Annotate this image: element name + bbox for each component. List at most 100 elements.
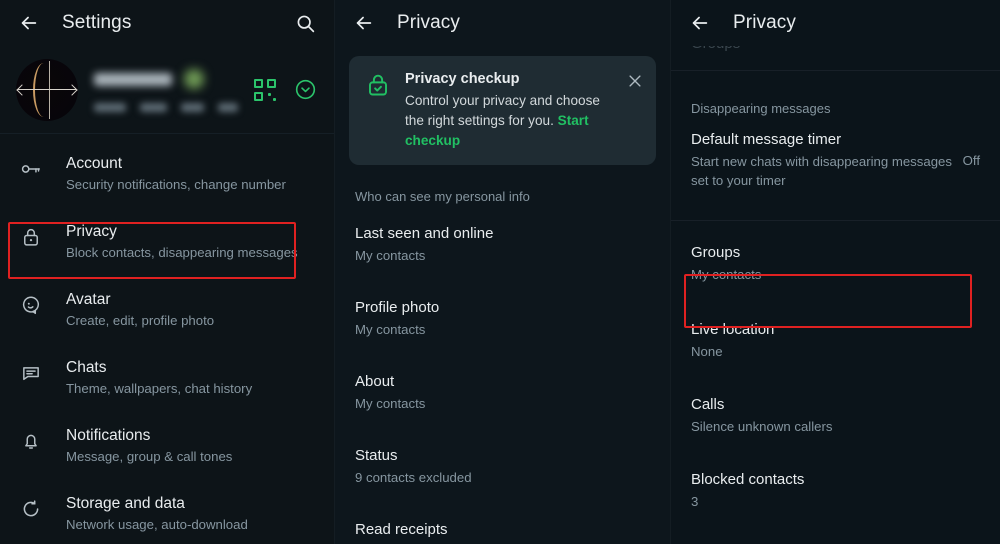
row-title: Status	[355, 447, 398, 464]
avatar[interactable]	[16, 58, 78, 121]
row-title: Groups	[691, 244, 741, 261]
sidebar-item-subtitle: Network usage, auto-download	[66, 517, 248, 532]
privacy-row-last-seen[interactable]: Last seen and online My contacts	[335, 212, 670, 279]
row-subtitle: Silence unknown callers	[691, 419, 833, 434]
sidebar-item-text: Chats Theme, wallpapers, chat history	[66, 358, 252, 398]
row-text: Status 9 contacts excluded	[355, 446, 650, 487]
profile-badge-masked	[184, 69, 204, 89]
cut-off-row: Groups	[671, 46, 1000, 62]
profile-status-masked	[94, 103, 238, 112]
sidebar-item-subtitle: Block contacts, disappearing messages	[66, 245, 298, 260]
bell-icon	[18, 426, 44, 452]
row-subtitle: 3	[691, 494, 699, 509]
sidebar-item-text: Storage and data Network usage, auto-dow…	[66, 494, 248, 534]
row-text: Last seen and online My contacts	[355, 224, 650, 265]
row-text: Profile photo My contacts	[355, 298, 650, 339]
sidebar-item-notifications[interactable]: Notifications Message, group & call tone…	[0, 412, 334, 480]
privacy-appbar: Privacy	[335, 0, 670, 46]
key-icon	[18, 154, 44, 180]
privacy-row-blocked-contacts[interactable]: Blocked contacts 3	[671, 450, 1000, 525]
privacy-row-app-lock[interactable]: App lock Disabled	[671, 525, 1000, 544]
privacy-panel: Privacy Privacy checkup Control your pri…	[334, 0, 670, 544]
three-panel-screenshot: Settings Account Security notifications,…	[0, 0, 1000, 544]
settings-list: Account Security notifications, change n…	[0, 134, 334, 544]
privacy-row-status[interactable]: Status 9 contacts excluded	[335, 427, 670, 501]
row-text: Groups My contacts	[691, 243, 980, 284]
sidebar-item-chats[interactable]: Chats Theme, wallpapers, chat history	[0, 344, 334, 412]
privacy-row-calls[interactable]: Calls Silence unknown callers	[671, 375, 1000, 450]
chat-icon	[18, 358, 44, 384]
page-title: Privacy	[397, 12, 460, 33]
privacy-row-live-location[interactable]: Live location None	[671, 298, 1000, 375]
profile-name-masked	[94, 72, 172, 86]
sidebar-item-text: Account Security notifications, change n…	[66, 154, 286, 194]
section-header-personal-info: Who can see my personal info	[355, 189, 530, 204]
row-text: Live location None	[691, 320, 980, 361]
search-icon[interactable]	[292, 10, 318, 36]
back-arrow-icon[interactable]	[16, 10, 42, 36]
settings-appbar: Settings	[0, 0, 334, 46]
page-title: Settings	[62, 12, 132, 33]
row-title: Last seen and online	[355, 225, 494, 242]
sidebar-item-subtitle: Create, edit, profile photo	[66, 313, 215, 328]
sidebar-item-title: Privacy	[66, 223, 117, 240]
privacy-scrolled-panel: Privacy Groups Disappearing messages Def…	[670, 0, 1000, 544]
sidebar-item-account[interactable]: Account Security notifications, change n…	[0, 140, 334, 208]
row-subtitle: My contacts	[355, 396, 426, 411]
row-subtitle: My contacts	[691, 267, 762, 282]
privacy-row-default-message-timer[interactable]: Default message timer Start new chats wi…	[671, 124, 1000, 204]
sidebar-item-text: Privacy Block contacts, disappearing mes…	[66, 222, 298, 262]
sidebar-item-text: Avatar Create, edit, profile photo	[66, 290, 214, 330]
sidebar-item-title: Storage and data	[66, 495, 185, 512]
masked-chunk	[218, 103, 238, 112]
row-title: Profile photo	[355, 299, 440, 316]
row-subtitle: My contacts	[355, 248, 426, 263]
row-title: About	[355, 373, 395, 390]
banner-description: Control your privacy and choose the righ…	[405, 91, 612, 151]
row-text: About My contacts	[355, 372, 650, 413]
profile-text	[94, 67, 238, 112]
storage-icon	[18, 494, 44, 520]
chevron-down-circle-icon[interactable]	[292, 77, 318, 103]
banner-body: Privacy checkup Control your privacy and…	[405, 70, 612, 151]
privacy-row-groups[interactable]: Groups My contacts	[671, 221, 1000, 298]
row-title: Default message timer	[691, 131, 842, 148]
row-text: Default message timer Start new chats wi…	[691, 130, 953, 190]
row-text: Read receipts If turned off, you won't s…	[355, 520, 580, 544]
row-text: Blocked contacts 3	[691, 470, 980, 511]
row-title: Blocked contacts	[691, 471, 805, 488]
sidebar-item-avatar[interactable]: Avatar Create, edit, profile photo	[0, 276, 334, 344]
back-arrow-icon[interactable]	[687, 10, 713, 36]
masked-chunk	[181, 103, 205, 112]
row-subtitle: 9 contacts excluded	[355, 470, 472, 485]
sidebar-item-title: Notifications	[66, 427, 151, 444]
masked-chunk	[139, 103, 168, 112]
profile-row[interactable]	[0, 46, 334, 134]
settings-panel: Settings Account Security notifications,…	[0, 0, 334, 544]
profile-actions	[254, 77, 318, 103]
row-title: Calls	[691, 396, 725, 413]
row-subtitle: My contacts	[355, 322, 426, 337]
masked-chunk	[94, 103, 126, 112]
qr-code-icon[interactable]	[254, 78, 276, 101]
back-arrow-icon[interactable]	[351, 10, 377, 36]
row-subtitle: None	[691, 344, 723, 359]
close-icon[interactable]	[626, 70, 644, 95]
privacy-row-about[interactable]: About My contacts	[335, 353, 670, 427]
sidebar-item-title: Chats	[66, 359, 107, 376]
sidebar-item-subtitle: Theme, wallpapers, chat history	[66, 381, 253, 396]
lock-check-icon	[365, 70, 391, 103]
privacy-scrolled-appbar: Privacy	[671, 0, 1000, 46]
cut-off-row-text: Groups	[671, 46, 1000, 54]
row-title: Live location	[691, 321, 775, 338]
sidebar-item-privacy[interactable]: Privacy Block contacts, disappearing mes…	[0, 208, 334, 276]
section-header-disappearing-messages: Disappearing messages	[691, 101, 831, 116]
row-title: Read receipts	[355, 521, 448, 538]
privacy-row-read-receipts[interactable]: Read receipts If turned off, you won't s…	[335, 501, 670, 544]
privacy-checkup-banner[interactable]: Privacy checkup Control your privacy and…	[349, 56, 656, 165]
sidebar-item-title: Account	[66, 155, 123, 172]
sidebar-item-storage-and-data[interactable]: Storage and data Network usage, auto-dow…	[0, 480, 334, 544]
privacy-row-profile-photo[interactable]: Profile photo My contacts	[335, 279, 670, 353]
banner-title: Privacy checkup	[405, 71, 520, 87]
avatar-icon	[18, 290, 44, 316]
